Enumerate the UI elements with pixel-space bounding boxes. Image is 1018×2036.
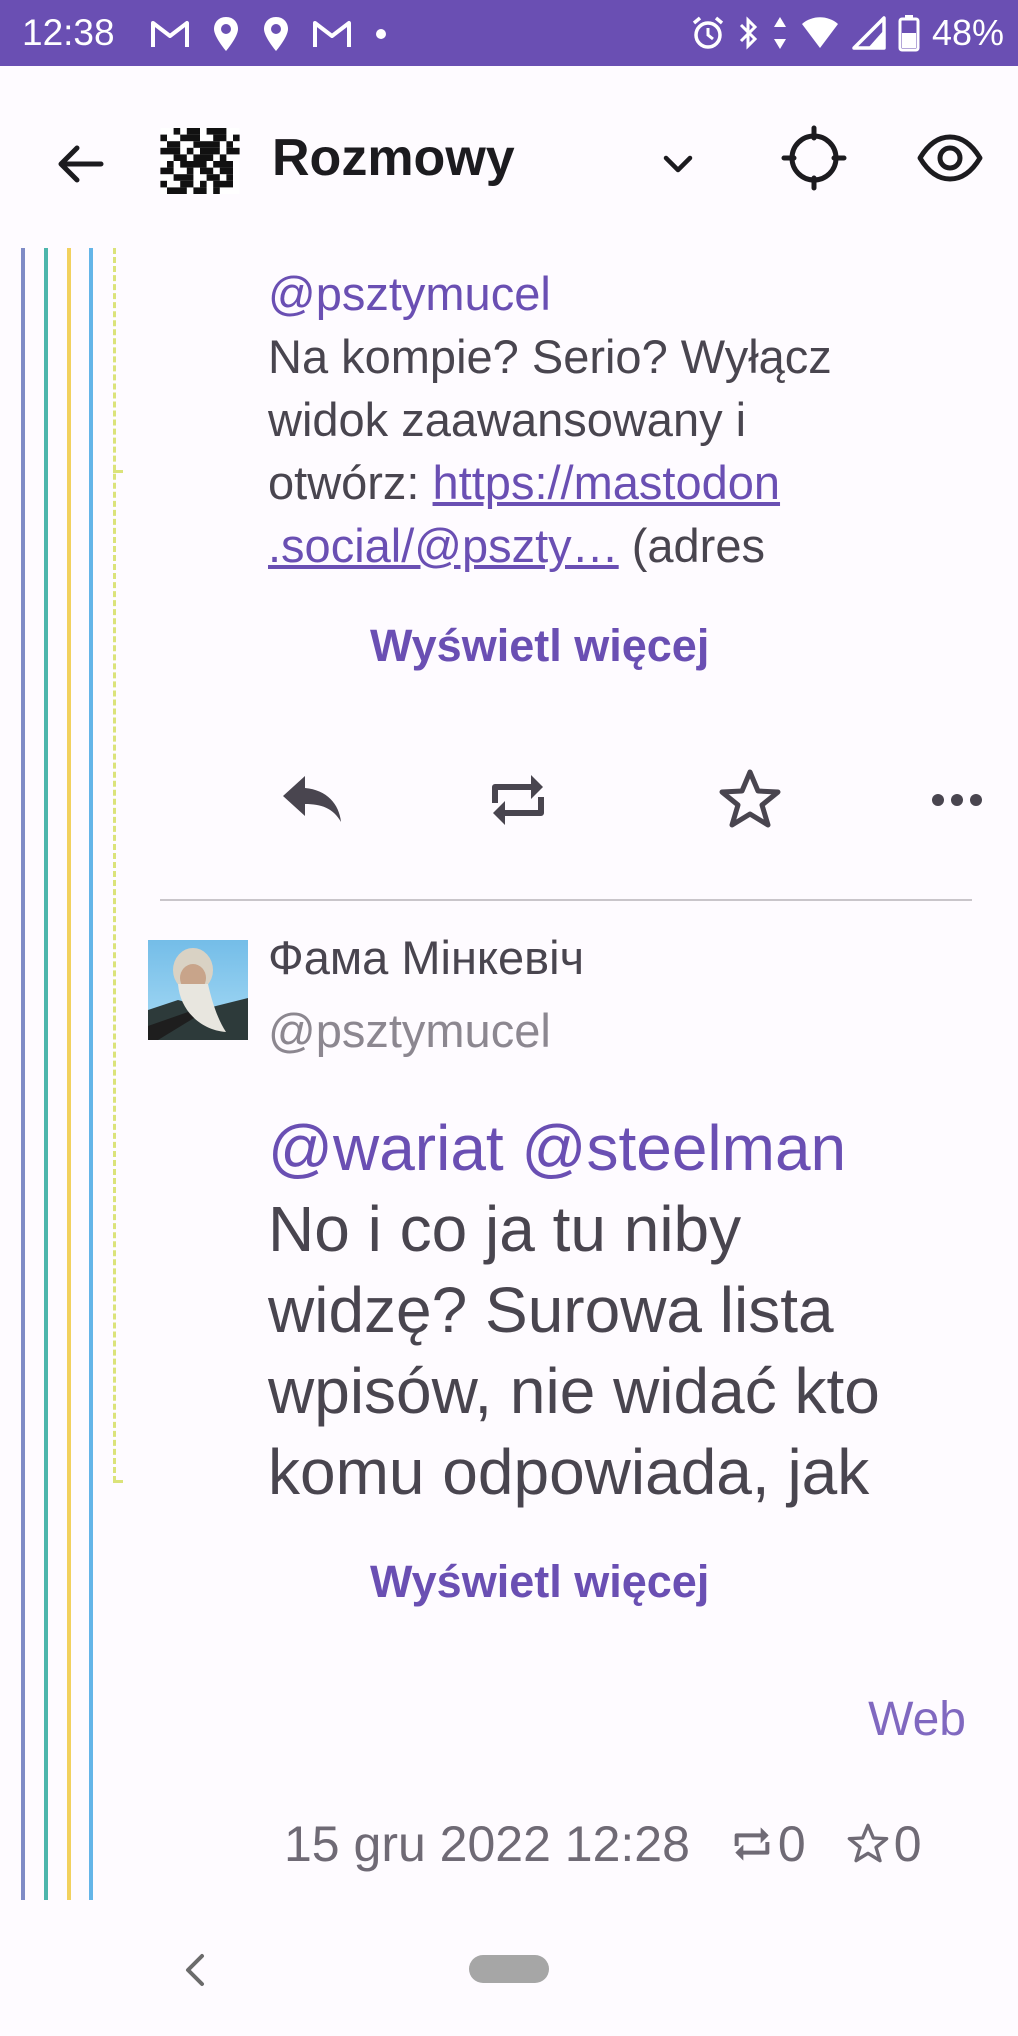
thread-line	[44, 248, 48, 1900]
divider	[160, 899, 972, 901]
boost-count[interactable]: 0	[730, 1815, 806, 1873]
avatar[interactable]	[148, 940, 248, 1040]
page-title: Rozmowy	[272, 129, 515, 187]
favourite-button[interactable]	[710, 760, 790, 840]
crosshair-icon	[781, 125, 847, 191]
post-timestamp: 15 gru 2022 12:28	[284, 1816, 690, 1872]
battery-icon	[898, 15, 920, 52]
reply-button[interactable]	[272, 760, 352, 840]
arrow-left-icon	[58, 145, 104, 183]
show-more-button[interactable]: Wyświetl więcej	[370, 620, 709, 672]
more-horizontal-icon	[932, 794, 982, 806]
thread-branch-tick	[113, 1480, 123, 1483]
favourite-count[interactable]: 0	[846, 1815, 922, 1873]
post-text-line: widok zaawansowany i	[268, 393, 747, 446]
thread-line	[67, 248, 71, 1900]
screen: 12:38 48% Rozmowy @psztymucel Na kompie?…	[0, 0, 1018, 2036]
mention-link[interactable]: @psztymucel	[268, 267, 551, 320]
eye-icon	[917, 134, 983, 182]
post-metadata: 15 gru 2022 12:28 0 0	[284, 1812, 922, 1876]
post-text-line: otwórz:	[268, 456, 433, 509]
battery-percentage: 48%	[931, 12, 1004, 53]
avatar-photo	[148, 940, 248, 1040]
nav-back-icon[interactable]	[176, 1950, 216, 1990]
location-pin-icon	[264, 17, 288, 51]
dropdown-button[interactable]	[638, 124, 718, 204]
boost-button[interactable]	[478, 760, 558, 840]
reply-icon	[283, 776, 341, 822]
favourite-count-value: 0	[893, 1816, 922, 1872]
post-text-line: widzę? Surowa lista	[268, 1274, 834, 1346]
star-icon	[719, 769, 781, 828]
back-button[interactable]	[40, 124, 120, 204]
post-content: @wariat @steelman No i co ja tu niby wid…	[268, 1108, 988, 1513]
post-text-line: komu odpowiada, jak	[268, 1436, 870, 1508]
more-button[interactable]	[917, 760, 997, 840]
post-actions	[268, 760, 1008, 840]
bluetooth-icon	[739, 16, 758, 50]
repeat-icon	[734, 1827, 770, 1861]
status-bar: 12:38 48%	[0, 0, 1018, 66]
post-text-line: wpisów, nie widać kto	[268, 1355, 880, 1427]
home-pill[interactable]	[469, 1955, 549, 1983]
post-text-line: Na kompie? Serio? Wyłącz	[268, 330, 832, 383]
account-handle[interactable]: @psztymucel	[268, 1003, 551, 1058]
display-name[interactable]: Фама Мінкевіч	[268, 930, 584, 985]
location-pin-icon	[214, 17, 238, 51]
dot-icon	[376, 29, 386, 39]
status-system-icons: 48%	[690, 12, 1004, 54]
navigation-bar	[0, 1900, 1018, 2036]
locate-status-button[interactable]	[774, 118, 854, 198]
post-text-line: (adres	[618, 519, 765, 572]
post-content: @psztymucel Na kompie? Serio? Wyłącz wid…	[268, 262, 908, 577]
post-text-line: No i co ja tu niby	[268, 1193, 742, 1265]
status-notification-icons	[150, 14, 388, 54]
boost-count-value: 0	[777, 1816, 806, 1872]
data-arrows-icon	[773, 17, 786, 49]
application-name[interactable]: Web	[868, 1692, 966, 1747]
post-link[interactable]: .social/@pszty…	[268, 519, 619, 572]
thread-line-dotted	[113, 248, 116, 1482]
account-avatar[interactable]	[158, 128, 242, 194]
toolbar: Rozmowy	[0, 66, 1018, 252]
repeat-icon	[492, 775, 544, 825]
mention-link[interactable]: @wariat @steelman	[268, 1112, 846, 1184]
alarm-icon	[692, 16, 724, 49]
star-icon	[847, 1823, 889, 1863]
gmail-icon	[151, 21, 189, 47]
show-more-button[interactable]: Wyświetl więcej	[370, 1556, 709, 1608]
pixel-art-avatar	[160, 128, 240, 194]
gmail-icon	[313, 21, 351, 47]
chevron-down-icon	[663, 155, 693, 173]
thread-line	[89, 248, 93, 1900]
thread-line	[21, 248, 25, 1900]
visibility-button[interactable]	[910, 118, 990, 198]
post-link[interactable]: https://mastodon	[433, 456, 780, 509]
status-time: 12:38	[22, 12, 115, 53]
thread-branch-tick	[113, 470, 123, 473]
wifi-icon	[801, 17, 838, 48]
signal-icon	[852, 16, 886, 50]
